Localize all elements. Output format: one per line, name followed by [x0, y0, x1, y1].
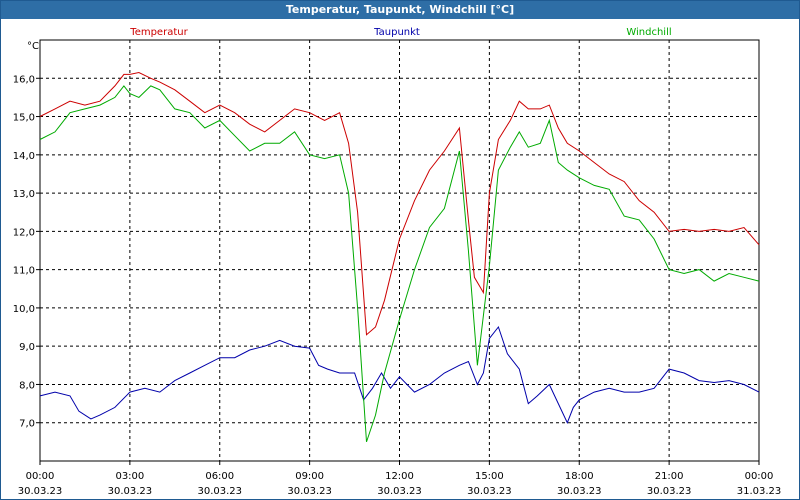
x-tick-label-time: 00:00	[745, 471, 774, 482]
legend-temperatur: Temperatur	[129, 27, 188, 38]
x-tick-label-date: 30.03.23	[377, 486, 422, 497]
legend-windchill: Windchill	[626, 27, 671, 38]
x-tick-label-date: 30.03.23	[18, 486, 63, 497]
chart-plot: 00:00 30.03.23 03:00 30.03.23 06:00 30.03.23 0…	[13, 27, 782, 497]
chart-title: Temperatur, Taupunkt, Windchill [°C]	[1, 1, 799, 19]
y-tick-label: 10,0	[13, 304, 35, 315]
y-tick-label: 12,0	[13, 227, 35, 238]
x-tick-label-time: 15:00	[475, 471, 504, 482]
y-tick-label: 16,0	[13, 74, 35, 85]
x-tick-label-time: 21:00	[655, 471, 684, 482]
x-tick-label-time: 03:00	[115, 471, 144, 482]
x-tick-label-time: 00:00	[26, 471, 55, 482]
x-tick-label-date: 30.03.23	[197, 486, 242, 497]
y-tick-label: 8,0	[19, 380, 35, 391]
x-tick-label-time: 12:00	[385, 471, 414, 482]
x-tick-label-date: 31.03.23	[737, 486, 782, 497]
chart-window: Temperatur, Taupunkt, Windchill [°C] 00:…	[0, 0, 800, 500]
y-tick-label: 11,0	[13, 266, 35, 277]
x-tick-label-date: 30.03.23	[287, 486, 332, 497]
legend-taupunkt: Taupunkt	[373, 27, 420, 38]
x-tick-label-date: 30.03.23	[647, 486, 692, 497]
x-tick-label-time: 09:00	[295, 471, 324, 482]
x-tick-label-time: 06:00	[205, 471, 234, 482]
x-tick-label-time: 18:00	[565, 471, 594, 482]
x-tick-label-date: 30.03.23	[467, 486, 512, 497]
y-tick-label: 13,0	[13, 189, 35, 200]
y-tick-label: 9,0	[19, 342, 35, 353]
y-axis-label: °C	[27, 41, 39, 52]
y-tick-label: 7,0	[19, 419, 35, 430]
y-tick-label: 15,0	[13, 113, 35, 124]
x-tick-label-date: 30.03.23	[108, 486, 153, 497]
y-tick-label: 14,0	[13, 151, 35, 162]
x-tick-label-date: 30.03.23	[557, 486, 602, 497]
